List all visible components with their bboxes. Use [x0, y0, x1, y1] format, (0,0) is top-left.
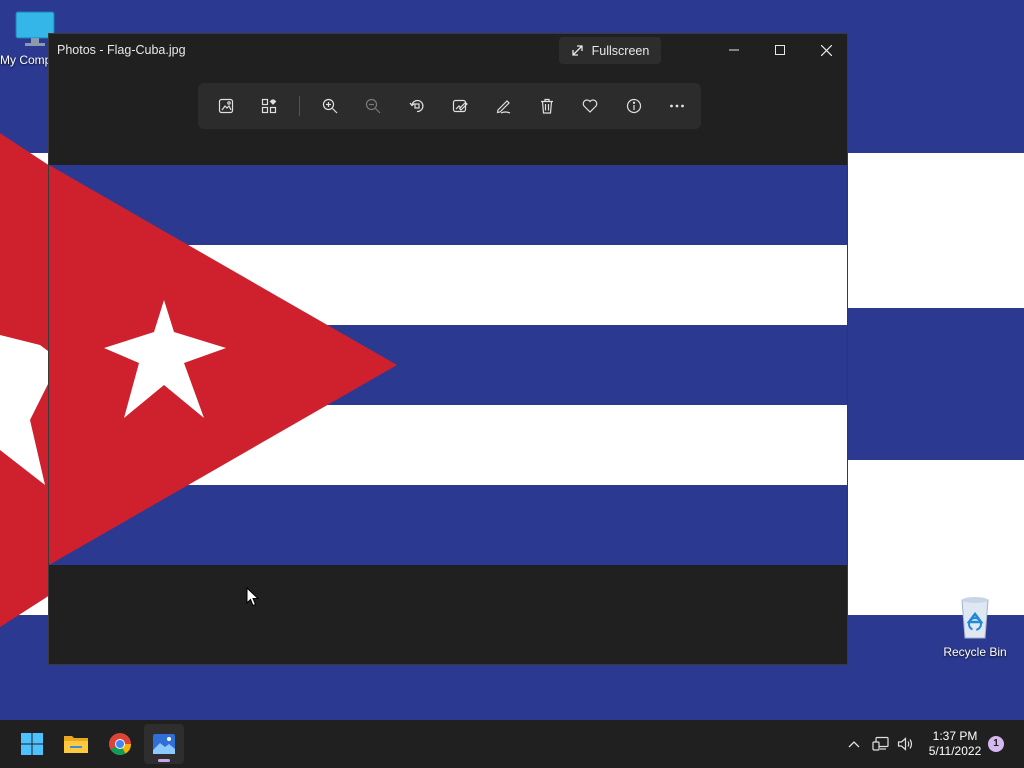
delete-button[interactable] [527, 88, 566, 124]
gallery-button[interactable] [249, 88, 288, 124]
favorite-button[interactable] [571, 88, 610, 124]
speaker-icon [897, 737, 913, 751]
desktop-icon-label: Recycle Bin [943, 645, 1007, 659]
show-hidden-icons-button[interactable] [842, 732, 866, 756]
view-image-icon [218, 98, 233, 114]
zoom-in-button[interactable] [310, 88, 349, 124]
taskbar: 1:37 PM 5/11/2022 [0, 720, 1024, 768]
clock-time: 1:37 PM [932, 729, 978, 743]
zoom-out-button[interactable] [353, 88, 392, 124]
maximize-icon [775, 45, 785, 55]
gallery-icon [262, 98, 277, 114]
info-icon [626, 98, 641, 114]
volume-button[interactable] [894, 732, 918, 756]
photos-window: Photos - Flag-Cuba.jpg Fullscreen [48, 33, 848, 665]
notification-badge[interactable]: 1 [988, 736, 1004, 752]
delete-icon [540, 98, 553, 114]
network-button[interactable] [869, 732, 893, 756]
rotate-icon [409, 99, 423, 113]
photos-icon [153, 734, 175, 754]
zoom-in-icon [322, 98, 338, 114]
photo-image[interactable] [49, 165, 847, 565]
active-indicator [158, 759, 170, 762]
more-options-button[interactable] [658, 88, 697, 124]
info-button[interactable] [614, 88, 653, 124]
expand-icon [572, 45, 583, 56]
clock-date: 5/11/2022 [928, 744, 982, 758]
minimize-icon [729, 49, 739, 51]
title-bar[interactable]: Photos - Flag-Cuba.jpg Fullscreen [49, 34, 847, 68]
draw-button[interactable] [484, 88, 523, 124]
edit-image-icon [452, 99, 468, 113]
more-icon [670, 104, 685, 108]
favorite-icon [583, 99, 598, 113]
minimize-button[interactable] [711, 34, 757, 66]
close-icon [820, 44, 832, 56]
edit-image-button[interactable] [440, 88, 479, 124]
close-button[interactable] [803, 34, 847, 66]
taskbar-photos[interactable] [144, 724, 184, 764]
start-button[interactable] [12, 724, 52, 764]
recycle-bin-icon [961, 597, 989, 639]
clock[interactable]: 1:37 PM 5/11/2022 [922, 729, 988, 759]
draw-icon [497, 100, 511, 114]
photo-toolbar [198, 83, 701, 129]
folder-icon [64, 736, 88, 753]
view-image-button[interactable] [206, 88, 245, 124]
taskbar-file-explorer[interactable] [56, 724, 96, 764]
rotate-button[interactable] [397, 88, 436, 124]
fullscreen-label: Fullscreen [591, 43, 650, 58]
window-title: Photos - Flag-Cuba.jpg [57, 43, 186, 57]
chevron-up-icon [848, 741, 860, 748]
network-icon [872, 736, 889, 751]
desktop-icon-recycle-bin[interactable]: Recycle Bin [940, 594, 1010, 659]
maximize-button[interactable] [757, 34, 803, 66]
windows-logo-icon [21, 733, 43, 755]
mouse-cursor-icon [246, 587, 260, 607]
chrome-icon [109, 733, 131, 755]
zoom-out-icon [365, 98, 381, 114]
taskbar-chrome[interactable] [100, 724, 140, 764]
fullscreen-button[interactable]: Fullscreen [559, 37, 661, 64]
toolbar-separator [298, 96, 300, 116]
